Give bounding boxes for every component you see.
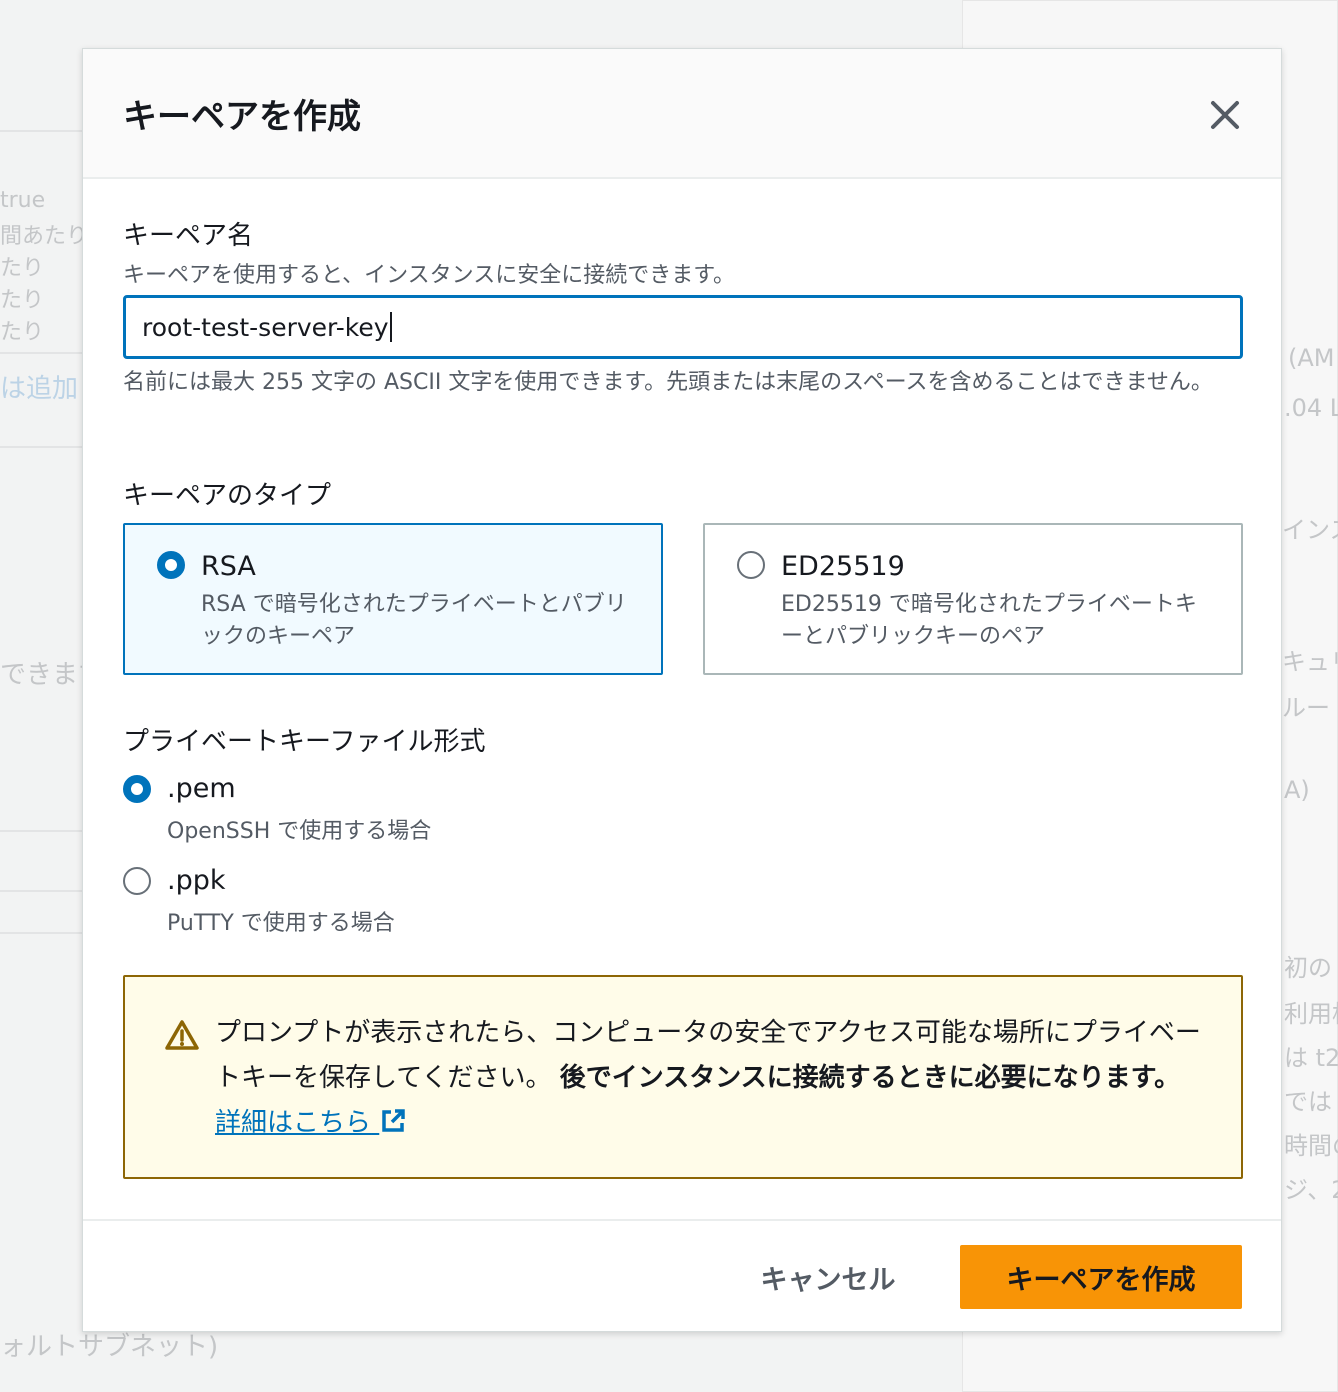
close-icon	[1211, 101, 1239, 129]
key-name-label: キーペア名	[123, 221, 254, 251]
background-divider	[0, 830, 82, 832]
text-caret	[389, 312, 392, 342]
ed25519-radio[interactable]	[737, 551, 765, 579]
background-text: は追加	[0, 374, 79, 404]
external-link-icon	[382, 1109, 406, 1132]
create-key-pair-modal: キーペアを作成 キーペア名 キーペアを使用すると、インスタンスに安全に接続できま…	[82, 48, 1282, 1332]
footer-divider	[83, 1219, 1281, 1221]
background-text: 時間の	[1284, 1132, 1338, 1160]
warning-icon	[165, 1020, 199, 1050]
background-text: true	[0, 188, 46, 213]
pem-radio[interactable]	[123, 775, 151, 803]
background-text: たり	[0, 320, 45, 345]
pem-description: OpenSSH で使用する場合	[167, 819, 432, 844]
background-divider	[0, 890, 82, 892]
ppk-radio[interactable]	[123, 867, 151, 895]
background-text: 利用枠	[1284, 1000, 1338, 1028]
background-text: (AM	[1288, 344, 1335, 372]
background-text: キュリ	[1282, 648, 1338, 676]
background-divider	[0, 130, 82, 132]
background-text: ジ、20	[1284, 1176, 1338, 1204]
create-key-pair-button[interactable]: キーペアを作成	[960, 1245, 1242, 1309]
background-text: は t2.	[1284, 1044, 1338, 1072]
background-divider	[0, 932, 82, 934]
rsa-title: RSA	[201, 551, 256, 582]
warning-alert: プロンプトが表示されたら、コンピュータの安全でアクセス可能な場所にプライベートキ…	[123, 975, 1243, 1179]
modal-title: キーペアを作成	[123, 97, 361, 137]
rsa-radio[interactable]	[157, 551, 185, 579]
background-text: 間あたり	[0, 224, 89, 249]
pem-title[interactable]: .pem	[167, 773, 236, 804]
learn-more-link[interactable]: 詳細はこちら	[215, 1108, 407, 1138]
key-type-label: キーペアのタイプ	[123, 481, 332, 511]
background-text: ルー	[1282, 694, 1330, 722]
rsa-description: RSA で暗号化されたプライベートとパブリックのキーペア	[201, 592, 627, 649]
background-text: A)	[1284, 776, 1310, 804]
ppk-title[interactable]: .ppk	[167, 865, 226, 896]
ppk-description: PuTTY で使用する場合	[167, 911, 395, 936]
key-name-input[interactable]: root-test-server-key	[123, 295, 1243, 359]
background-text: たり	[0, 256, 45, 281]
background-text: たり	[0, 288, 45, 313]
ed25519-title: ED25519	[781, 551, 905, 582]
key-type-option-rsa[interactable]: RSA RSA で暗号化されたプライベートとパブリックのキーペア	[123, 523, 663, 675]
background-text: インス	[1282, 516, 1338, 544]
background-divider	[0, 352, 82, 354]
key-name-constraint: 名前には最大 255 文字の ASCII 文字を使用できます。先頭または末尾のス…	[123, 370, 1213, 395]
cancel-button[interactable]: キャンセル	[743, 1245, 913, 1309]
key-type-option-ed25519[interactable]: ED25519 ED25519 で暗号化されたプライベートキーとパブリックキーの…	[703, 523, 1243, 675]
modal-header: キーペアを作成	[83, 49, 1281, 179]
alert-text-bold: 後でインスタンスに接続するときに必要になります。	[559, 1063, 1181, 1093]
alert-message: プロンプトが表示されたら、コンピュータの安全でアクセス可能な場所にプライベートキ…	[215, 1011, 1205, 1146]
key-name-value: root-test-server-key	[142, 312, 389, 342]
background-text: .04 L	[1284, 394, 1338, 422]
learn-more-label: 詳細はこちら	[215, 1108, 372, 1138]
background-text: 初の	[1284, 954, 1332, 982]
ed25519-description: ED25519 で暗号化されたプライベートキーとパブリックキーのペア	[781, 592, 1197, 649]
background-divider	[0, 446, 82, 448]
close-button[interactable]	[1203, 93, 1247, 137]
key-name-description: キーペアを使用すると、インスタンスに安全に接続できます。	[123, 263, 736, 288]
file-format-label: プライベートキーファイル形式	[123, 727, 486, 757]
background-text: では	[1284, 1088, 1332, 1116]
